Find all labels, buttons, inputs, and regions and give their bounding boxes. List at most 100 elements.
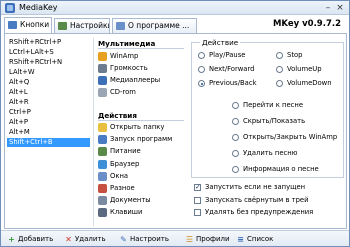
action-radio-option[interactable]: Удалить песню (232, 148, 297, 159)
radio-indicator (276, 52, 283, 59)
command-label: Питание (110, 147, 141, 156)
option-checkbox[interactable]: Запускать свёрнутым в трей (194, 195, 308, 206)
action-radio-option[interactable]: Скрыть/Показать (232, 116, 305, 127)
tab-keys-label: Кнопки (20, 20, 50, 29)
action-radio-option[interactable]: VolumeUp (276, 64, 322, 75)
radio-label: Информация о песне (243, 165, 319, 173)
multimedia-header-divider (98, 48, 184, 49)
action-radio-option[interactable]: Открыть/Закрыть WinAmp (232, 132, 337, 143)
command-label: Окна (110, 171, 129, 180)
checkbox-label: Запустить если не запущен (205, 183, 306, 191)
command-item-documents[interactable]: Документы (97, 195, 187, 206)
hotkey-list-item[interactable]: Alt+L (7, 88, 90, 97)
command-item-media-players[interactable]: Медиаплееры (97, 75, 187, 86)
volume-icon (98, 64, 107, 73)
radio-indicator (232, 166, 239, 173)
radio-label: Открыть/Закрыть WinAmp (243, 133, 338, 141)
bottom-toolbar: + Добавить ✕ Удалить ✎ Настроить ☰ Профили ≡ Спис… (1, 230, 349, 246)
media-players-icon (98, 76, 107, 85)
option-checkbox[interactable]: Удалять без предупреждения (194, 207, 313, 218)
profiles-icon: ☰ (185, 235, 194, 244)
hotkey-list-item[interactable]: Alt+Q (7, 78, 90, 87)
action-radio-option[interactable]: Stop (276, 50, 302, 61)
command-item-volume[interactable]: Громкость (97, 63, 187, 74)
checkbox-indicator (194, 196, 201, 204)
documents-icon (98, 196, 107, 206)
add-button[interactable]: + Добавить (7, 234, 53, 245)
power-icon (98, 147, 107, 157)
action-group: Действие Play/Pause Stop Next/Forward Volum… (191, 38, 344, 178)
radio-indicator (232, 102, 239, 109)
radio-label: Скрыть/Показать (243, 117, 306, 125)
tab-about-label: О программе ... (128, 21, 190, 30)
command-tree: Мультимедиа WinAmp Громкость Медиаплееры CD-… (93, 38, 186, 226)
checkbox-label: Запускать свёрнутым в трей (205, 195, 309, 204)
command-item-winamp[interactable]: WinAmp (97, 51, 187, 62)
list-icon: ≡ (237, 235, 244, 244)
command-item-run-program[interactable]: Запуск программ (97, 134, 187, 145)
radio-label: VolumeUp (287, 65, 322, 73)
close-button[interactable]: × (335, 3, 345, 13)
action-radio-option[interactable]: Информация о песне (232, 164, 319, 175)
delete-icon: ✕ (65, 235, 72, 244)
tab-settings-label: Настройки (70, 21, 110, 30)
radio-indicator (198, 52, 205, 59)
checkbox-indicator (194, 182, 201, 193)
command-item-folder[interactable]: Открыть папку (97, 122, 187, 133)
hotkey-list-item[interactable]: Ctrl+P (7, 108, 90, 117)
command-item-power[interactable]: Питание (97, 146, 187, 157)
command-item-misc[interactable]: Разное (97, 183, 187, 194)
hotkey-list-item[interactable]: Alt+R (7, 98, 90, 107)
radio-indicator (232, 150, 239, 157)
folder-icon (98, 123, 107, 132)
hotkey-list-item[interactable]: RShift+RCtrl+P (7, 38, 90, 47)
action-radio-option[interactable]: VolumeDown (276, 78, 332, 89)
info-icon (116, 22, 125, 30)
tab-keys[interactable]: Кнопки (4, 17, 52, 33)
list-button[interactable]: ≡ Список (236, 234, 273, 245)
hotkey-list-item[interactable]: LAlt+W (7, 68, 90, 77)
action-radio-option[interactable]: Перейти к песне (232, 100, 303, 111)
command-item-browser[interactable]: Браузер (97, 159, 187, 170)
command-item-cdrom[interactable]: CD-rom (97, 87, 187, 98)
configure-button[interactable]: ✎ Настроить (119, 234, 169, 245)
command-item-keyboard[interactable]: Клавиши (97, 207, 187, 218)
winamp-icon (98, 52, 107, 61)
tab-settings[interactable]: Настройки (54, 18, 110, 33)
hotkey-list[interactable]: RShift+RCtrl+P LCtrl+LAlt+S RShift+RCtrl+N… (7, 38, 90, 218)
radio-label: Play/Pause (209, 51, 246, 59)
option-checkbox[interactable]: Запустить если не запущен (194, 182, 305, 193)
profiles-button[interactable]: ☰ Профили (185, 234, 230, 245)
radio-indicator (276, 66, 283, 73)
hotkey-list-item[interactable]: Alt+P (7, 118, 90, 127)
title-bar: MediaKey – × (1, 1, 349, 15)
delete-button[interactable]: ✕ Удалить (64, 234, 105, 245)
minimize-button[interactable]: – (323, 3, 333, 13)
hotkey-list-item[interactable]: Shift+Ctrl+B (7, 138, 90, 147)
mediakey-app-icon (5, 3, 15, 13)
radio-indicator (276, 80, 283, 87)
mediakey-window: MediaKey – × Кнопки Настройки О программ… (0, 0, 350, 247)
command-label: Запуск программ (110, 135, 173, 144)
action-radio-option[interactable]: Next/Forward (198, 64, 254, 75)
radio-indicator (232, 118, 239, 125)
action-radio-option[interactable]: Previous/Back (198, 78, 257, 89)
radio-label: Перейти к песне (243, 101, 303, 109)
hotkey-list-item[interactable]: RShift+RCtrl+N (7, 58, 90, 67)
windows-icon (98, 171, 107, 181)
actions-header: Действия (98, 111, 137, 120)
settings-icon (58, 22, 67, 30)
command-label: CD-rom (110, 88, 136, 96)
command-label: Клавиши (110, 208, 143, 217)
command-item-windows[interactable]: Окна (97, 171, 187, 182)
tab-about[interactable]: О программе ... (112, 18, 197, 33)
command-label: Браузер (110, 159, 140, 168)
hotkey-list-item[interactable]: Alt+M (7, 128, 90, 137)
radio-label: Next/Forward (209, 65, 255, 73)
keyboard-icon (98, 208, 107, 218)
action-radio-option[interactable]: Play/Pause (198, 50, 245, 61)
command-label: Медиаплееры (110, 76, 161, 84)
command-label: Документы (110, 196, 151, 205)
hotkey-list-item[interactable]: LCtrl+LAlt+S (7, 48, 90, 57)
command-label: Громкость (110, 64, 148, 72)
